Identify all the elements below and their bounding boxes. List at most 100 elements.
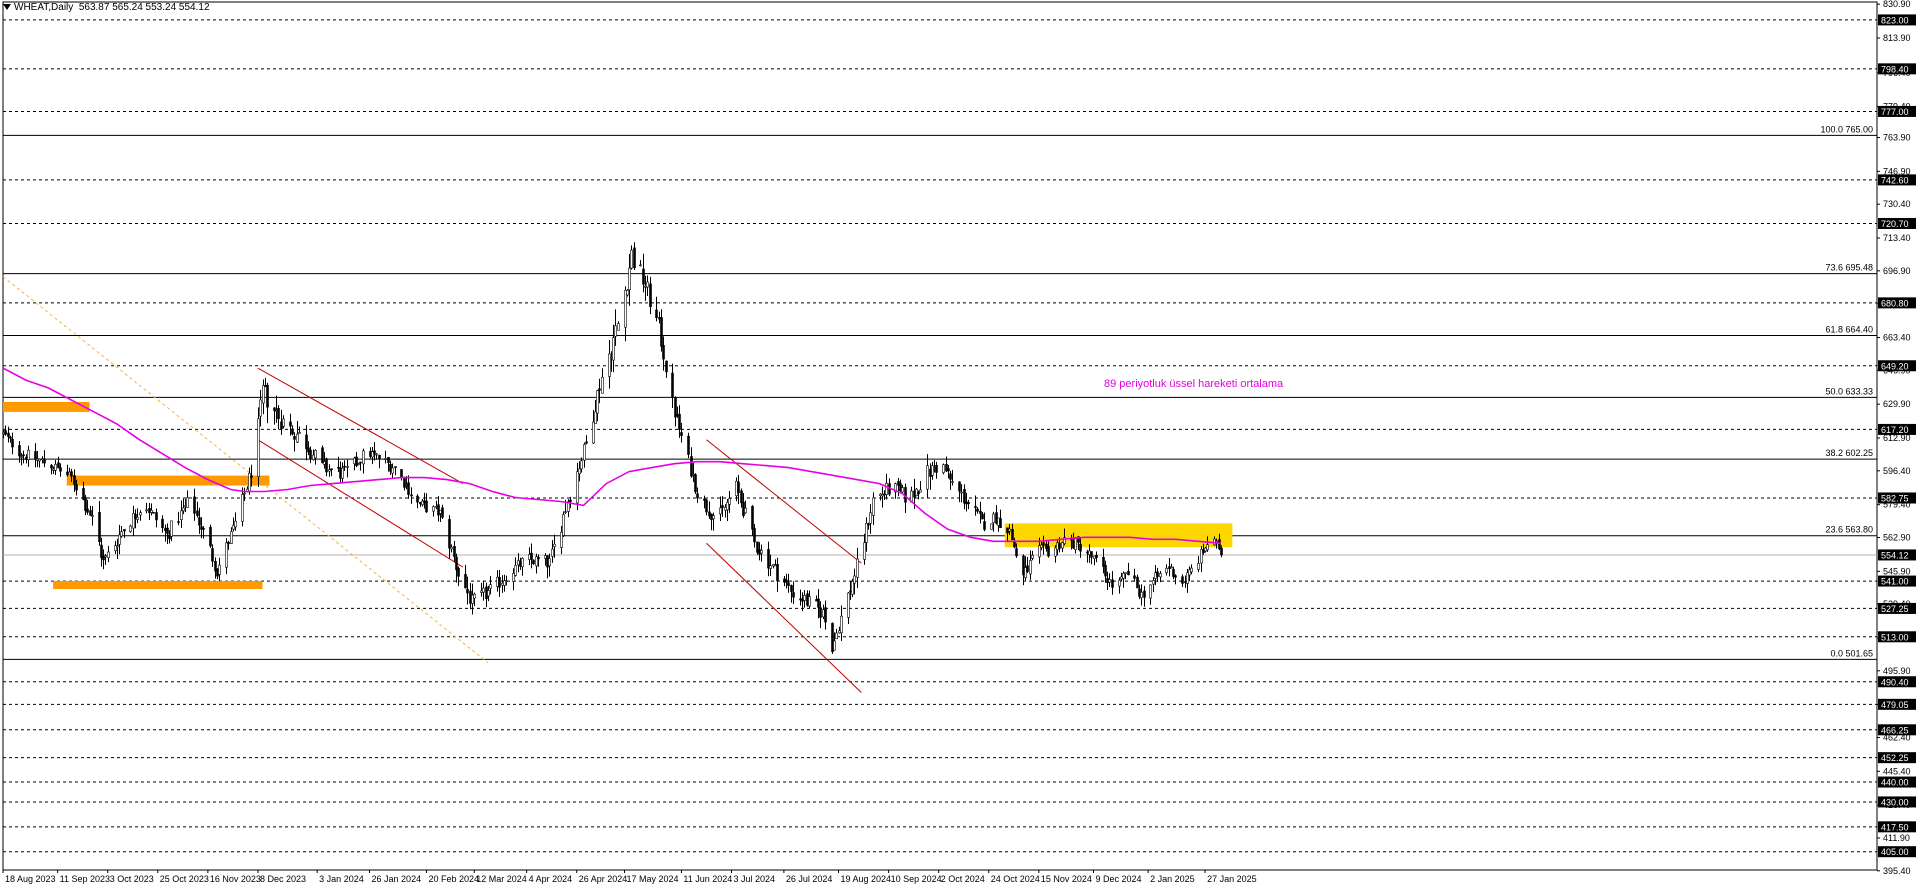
candle-body [1204, 547, 1207, 552]
candle-body [123, 529, 126, 532]
candle-body [1015, 548, 1018, 557]
candle [132, 505, 135, 536]
candle [107, 545, 110, 563]
candle [432, 505, 435, 517]
candle-body [712, 515, 715, 520]
level-price-box: 490.40 [1878, 676, 1916, 688]
candle [266, 382, 269, 424]
candle [665, 360, 668, 378]
candle-body [614, 325, 617, 337]
candle [999, 509, 1002, 529]
candle [1190, 564, 1193, 575]
dropdown-arrow-icon[interactable] [3, 4, 11, 11]
candle [425, 493, 428, 513]
date-tick-label: 18 Aug 2023 [5, 874, 56, 884]
candle [808, 590, 811, 609]
candle-body [86, 508, 89, 513]
candle-body [847, 592, 850, 618]
candle [180, 500, 183, 528]
price-tick-label: 495.90 [1883, 666, 1911, 676]
candle-body [1133, 575, 1136, 579]
candle-body [186, 497, 189, 508]
candle-body [305, 434, 308, 450]
candle [869, 504, 872, 534]
candle [646, 275, 649, 297]
candle-body [967, 502, 970, 504]
current-price-box: 554.12 [1878, 549, 1916, 561]
candle [384, 450, 387, 464]
candle-body [227, 541, 230, 545]
candle-body [1056, 542, 1059, 551]
candle-body [548, 558, 551, 567]
candle [1165, 564, 1168, 576]
candle-body [11, 438, 14, 448]
level-price-box-label: 513.00 [1881, 632, 1909, 642]
level-price-box: 777.00 [1878, 105, 1916, 117]
candle [243, 487, 246, 501]
candle [89, 505, 92, 516]
candle [1197, 556, 1200, 573]
candle-body [1102, 556, 1105, 567]
ema-annotation: 89 periyotluk üssel hareketi ortalama [1104, 378, 1284, 390]
candle-body [819, 607, 822, 618]
candle-body [1086, 551, 1089, 554]
candle [1186, 568, 1189, 593]
price-tick-label: 629.90 [1883, 399, 1911, 409]
candle [1024, 556, 1027, 581]
candle-body [1090, 551, 1093, 558]
candle-body [168, 534, 171, 540]
candle [803, 590, 806, 608]
price-axis: 830.90813.90796.40779.40763.90746.90730.… [1877, 0, 1911, 876]
candle-body [1029, 560, 1032, 575]
candle-body [34, 451, 37, 460]
candle-body [473, 593, 476, 599]
chart-header: WHEAT,Daily 563.87 565.24 553.24 554.12 [3, 2, 210, 13]
level-price-box: 527.25 [1878, 602, 1916, 614]
candle-body [1206, 544, 1209, 551]
candle-body [753, 528, 756, 543]
candle-body [346, 466, 349, 468]
candle-body [1138, 588, 1141, 597]
date-tick-label: 2 Oct 2024 [941, 874, 985, 884]
candle-body [1188, 569, 1191, 576]
candle-body [243, 492, 246, 495]
candle [1120, 572, 1123, 582]
candle-body [931, 465, 934, 476]
candle [1174, 574, 1177, 585]
candle-body [250, 475, 253, 478]
candle-body [403, 477, 406, 488]
level-price-box-label: 405.00 [1881, 847, 1909, 857]
level-price-box-label: 479.05 [1881, 700, 1909, 710]
candle [211, 544, 214, 567]
candle-body [182, 507, 185, 512]
candle-body [89, 510, 92, 516]
candle [847, 591, 850, 624]
candle [186, 490, 189, 508]
price-chart[interactable]: 100.0 765.00 73.6 695.48 61.8 664.40 50.0 6… [0, 0, 1916, 888]
candle [904, 483, 907, 513]
candle [437, 496, 440, 522]
candle [1031, 550, 1034, 561]
candle-body [646, 281, 649, 288]
candle-body [118, 534, 121, 545]
candle-body [835, 632, 838, 640]
candle-body [1174, 575, 1177, 578]
candle [1204, 547, 1207, 553]
price-tick-label: 545.90 [1883, 566, 1911, 576]
candle [694, 473, 697, 494]
candle [949, 470, 952, 490]
candle-body [576, 471, 579, 504]
candle [198, 507, 201, 534]
candle-body [164, 527, 167, 532]
candle-body [1149, 584, 1152, 599]
level-price-box: 417.50 [1878, 821, 1916, 833]
candle [787, 573, 790, 593]
candle-body [394, 466, 397, 468]
candle-body [170, 520, 173, 537]
candle-body [139, 512, 142, 516]
candle-body [660, 317, 663, 347]
candle-body [20, 456, 23, 458]
candle-body [769, 565, 772, 569]
candle-body [594, 411, 597, 424]
candle [257, 407, 260, 488]
